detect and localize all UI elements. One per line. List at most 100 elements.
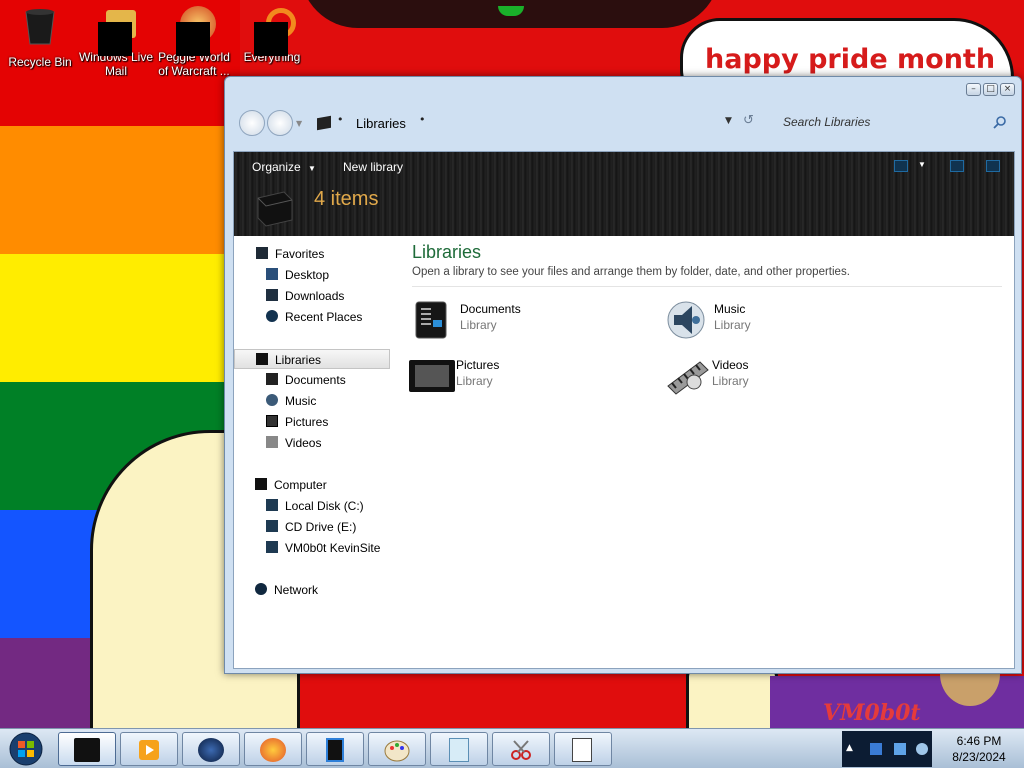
system-tray: ▲ (842, 731, 932, 767)
library-item-videos[interactable]: Videos Library (660, 354, 900, 398)
music-library-icon (667, 301, 705, 339)
search-input[interactable]: Search Libraries (771, 111, 1011, 135)
recent-places-icon (266, 310, 278, 322)
sidebar-item-label: Computer (274, 478, 327, 492)
start-button[interactable] (4, 731, 48, 767)
hard-drive-icon (266, 499, 278, 511)
taskbar-paint-button[interactable] (368, 732, 426, 766)
libraries-large-icon (257, 191, 293, 227)
speech-bubble-text: happy pride month (705, 44, 996, 75)
sidebar-item-network[interactable]: Network (234, 580, 390, 600)
search-icon[interactable] (993, 115, 1007, 129)
sidebar-item-label: Music (285, 394, 317, 408)
network-icon (255, 583, 267, 595)
library-type: Library (460, 318, 497, 332)
show-hidden-icons-icon[interactable]: ▲ (846, 743, 858, 755)
sidebar-item-recent-places[interactable]: Recent Places (234, 307, 390, 327)
sidebar-item-libraries[interactable]: Libraries (234, 349, 390, 369)
libraries-icon (256, 353, 268, 365)
help-icon[interactable] (986, 160, 1000, 172)
desktop-icon-recycle-bin[interactable]: Recycle Bin (0, 4, 80, 69)
taskbar-firefox-button[interactable] (244, 732, 302, 766)
device-icon (326, 738, 344, 762)
navigation-bar: ▼ • Libraries • ▼ ↺ Search Libraries (233, 105, 1015, 145)
recent-pages-dropdown[interactable]: ▼ (296, 119, 302, 128)
library-type: Library (456, 374, 493, 388)
taskbar-device-button[interactable] (306, 732, 364, 766)
sidebar-item-label: Desktop (285, 268, 330, 282)
clock-date: 8/23/2024 (952, 750, 1006, 764)
library-name: Pictures (456, 358, 500, 372)
desktop-icon-everything[interactable]: Everything (232, 4, 312, 64)
taskbar-solitaire-button[interactable] (554, 732, 612, 766)
breadcrumb-libraries[interactable]: Libraries (356, 116, 406, 131)
library-item-documents[interactable]: Documents Library (408, 298, 648, 342)
view-dropdown-icon[interactable]: ▼ (918, 160, 926, 169)
sidebar-item-local-disk[interactable]: Local Disk (C:) (234, 496, 390, 516)
star-icon (256, 247, 268, 259)
library-name: Music (714, 302, 746, 316)
sidebar-item-cd-drive[interactable]: CD Drive (E:) (234, 517, 390, 537)
back-button[interactable] (239, 110, 265, 136)
windows-live-mail-icon (94, 4, 138, 56)
taskbar-notepad-button[interactable] (430, 732, 488, 766)
taskbar-explorer-button[interactable] (58, 732, 116, 766)
sidebar-item-computer[interactable]: Computer (234, 475, 390, 495)
minimize-button[interactable]: – (966, 83, 981, 96)
sidebar-item-network-drive[interactable]: VM0b0t KevinSite (234, 538, 390, 558)
new-library-button[interactable]: New library (343, 160, 403, 174)
recycle-bin-icon (25, 9, 55, 45)
breadcrumb-chevron-icon[interactable]: • (419, 113, 426, 126)
explorer-window: – □ × ▼ • Libraries • ▼ ↺ Search Librari… (224, 76, 1022, 674)
videos-icon (266, 436, 278, 448)
action-center-icon[interactable] (870, 743, 882, 755)
libraries-address-icon (317, 115, 331, 131)
desktop-icon-peggle[interactable]: Peggle World of Warcraft ... (154, 4, 234, 78)
sidebar-item-desktop[interactable]: Desktop (234, 265, 390, 285)
network-status-icon[interactable] (894, 743, 906, 755)
system-clock[interactable]: 6:46 PM 8/23/2024 (936, 733, 1022, 765)
taskbar-media-player-button[interactable] (120, 732, 178, 766)
watermark-text: VM0b0t (823, 700, 921, 726)
taskbar-snipping-tool-button[interactable] (492, 732, 550, 766)
volume-icon[interactable] (916, 743, 928, 755)
library-name: Videos (712, 358, 749, 372)
close-button[interactable]: × (1000, 83, 1015, 96)
search-placeholder: Search Libraries (783, 115, 871, 129)
view-options-icon[interactable] (894, 160, 908, 172)
sidebar-item-label: Local Disk (C:) (285, 499, 364, 513)
sidebar-item-documents[interactable]: Documents (234, 370, 390, 390)
paint-icon (384, 740, 410, 762)
sidebar-item-pictures[interactable]: Pictures (234, 412, 390, 432)
refresh-icon[interactable]: ↺ (743, 113, 754, 128)
sidebar-item-videos[interactable]: Videos (234, 433, 390, 453)
sidebar-item-favorites[interactable]: Favorites (234, 244, 390, 264)
desktop-icon-windows-live-mail[interactable]: Windows Live Mail (76, 4, 156, 78)
rainbow-stripe-yellow (0, 254, 240, 382)
sidebar-item-music[interactable]: Music (234, 391, 390, 411)
taskbar-globe-button[interactable] (182, 732, 240, 766)
maximize-button[interactable]: □ (983, 83, 998, 96)
forward-button[interactable] (267, 110, 293, 136)
breadcrumb-chevron-icon[interactable]: • (337, 113, 344, 126)
address-history-dropdown[interactable]: ▼ (725, 116, 732, 126)
network-drive-icon (266, 541, 278, 553)
documents-icon (266, 373, 278, 385)
library-type: Library (714, 318, 751, 332)
sidebar-item-downloads[interactable]: Downloads (234, 286, 390, 306)
music-icon (266, 394, 278, 406)
globe-icon (198, 738, 224, 762)
desktop-icon (266, 268, 278, 280)
preview-pane-icon[interactable] (950, 160, 964, 172)
command-bar: Organize ▼ New library ▼ 4 items (234, 152, 1014, 236)
organize-button[interactable]: Organize ▼ (252, 160, 316, 174)
sidebar-item-label: CD Drive (E:) (285, 520, 357, 534)
window-controls: – □ × (966, 83, 1015, 96)
sidebar-item-label: Videos (285, 436, 322, 450)
explorer-icon (74, 738, 100, 762)
library-item-pictures[interactable]: Pictures Library (404, 354, 644, 398)
libraries-content: Libraries Open a library to see your fil… (404, 236, 1014, 668)
library-item-music[interactable]: Music Library (662, 298, 902, 342)
explorer-body: Organize ▼ New library ▼ 4 items Favorit… (233, 151, 1015, 669)
sidebar-item-label: Documents (285, 373, 346, 387)
